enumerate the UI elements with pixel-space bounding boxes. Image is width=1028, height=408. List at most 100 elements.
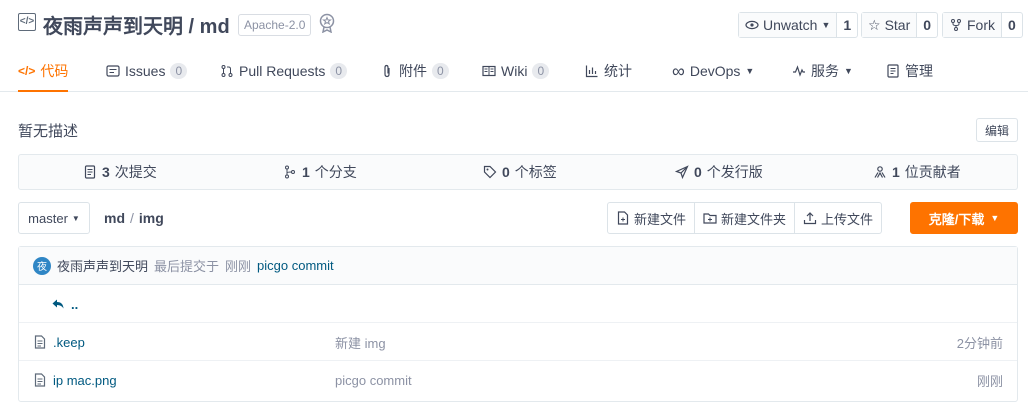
new-file-label: 新建文件 <box>634 211 687 227</box>
tab-manage[interactable]: 管理 <box>886 50 933 92</box>
file-name: .keep <box>53 334 85 350</box>
commit-message[interactable]: picgo commit <box>257 258 334 273</box>
send-icon <box>675 165 689 179</box>
file-icon <box>34 373 46 387</box>
issues-icon <box>106 65 120 77</box>
repo-header: </> 夜雨声声到天明 / md Apache-2.0 Unwatch ▼ 1 … <box>0 0 1028 92</box>
last-commit-bar: 夜 夜雨声声到天明 最后提交于 刚刚 picgo commit <box>19 247 1017 285</box>
watch-label: Unwatch <box>763 17 818 33</box>
commit-author[interactable]: 夜雨声声到天明 <box>57 256 148 275</box>
parent-dir-row[interactable]: .. <box>19 285 1017 323</box>
stat-label: 个标签 <box>514 164 557 180</box>
tab-label: Issues <box>125 63 166 79</box>
file-actions: 新建文件 新建文件夹 上传文件 <box>607 202 883 234</box>
stat-number: 1 <box>892 164 900 180</box>
pulse-icon <box>793 65 805 77</box>
reply-arrow-icon <box>52 299 64 309</box>
tab-devops[interactable]: ∞ DevOps ▼ <box>672 50 754 92</box>
code-repo-icon: </> <box>18 13 36 31</box>
license-badge[interactable]: Apache-2.0 <box>238 14 312 36</box>
eye-icon <box>745 20 759 30</box>
upload-file-button[interactable]: 上传文件 <box>795 203 881 233</box>
fork-button[interactable]: Fork <box>943 13 1002 37</box>
tab-count: 0 <box>532 63 550 79</box>
edit-description-button[interactable]: 编辑 <box>976 118 1018 142</box>
table-row[interactable]: ip mac.png picgo commit 刚刚 <box>19 361 1017 399</box>
fork-group: Fork 0 <box>942 12 1023 38</box>
new-folder-button[interactable]: 新建文件夹 <box>695 203 796 233</box>
recommend-badge-icon[interactable] <box>318 13 336 33</box>
caret-down-icon: ▼ <box>990 213 1000 223</box>
tab-attachments[interactable]: 附件 0 <box>380 50 449 92</box>
caret-down-icon: ▼ <box>844 66 853 76</box>
stat-number: 0 <box>502 164 510 180</box>
repo-stats-bar: 3 次提交 1 个分支 0 个标签 0 个发行版 1 位贡献者 <box>18 154 1018 190</box>
clone-download-button[interactable]: 克隆/下载 ▼ <box>910 202 1018 234</box>
tab-stats[interactable]: 统计 <box>585 50 632 92</box>
file-name: ip mac.png <box>53 372 117 388</box>
star-label: Star <box>884 17 911 33</box>
pull-request-icon <box>221 65 233 77</box>
tab-label: 代码 <box>40 63 69 79</box>
file-commit-message[interactable]: 新建 img <box>335 323 386 361</box>
tab-label: 服务 <box>811 63 839 79</box>
stat-releases[interactable]: 0 个发行版 <box>675 155 763 189</box>
breadcrumb: md / img <box>104 210 164 226</box>
tab-count: 0 <box>432 63 449 79</box>
table-row[interactable]: .keep 新建 img 2分钟前 <box>19 323 1017 361</box>
stat-commits[interactable]: 3 次提交 <box>83 155 157 189</box>
star-button[interactable]: ☆ Star <box>862 13 918 37</box>
tab-count: 0 <box>170 63 188 79</box>
caret-down-icon: ▼ <box>71 213 80 223</box>
stat-number: 0 <box>694 164 702 180</box>
branch-icon <box>285 165 295 179</box>
tab-label: 统计 <box>604 63 632 79</box>
fork-count[interactable]: 0 <box>1002 13 1022 37</box>
breadcrumb-root[interactable]: md <box>104 210 125 226</box>
watch-count[interactable]: 1 <box>837 13 857 37</box>
tab-label: Pull Requests <box>239 63 326 79</box>
parent-dir-label: .. <box>71 296 79 312</box>
contributors-icon <box>874 166 886 178</box>
tab-pull-requests[interactable]: Pull Requests 0 <box>220 50 348 92</box>
branch-name: master <box>28 210 68 226</box>
tab-issues[interactable]: Issues 0 <box>106 50 188 92</box>
fork-label: Fork <box>967 17 995 33</box>
avatar[interactable]: 夜 <box>33 256 51 275</box>
stat-contributors[interactable]: 1 位贡献者 <box>873 155 961 189</box>
commit-time: 刚刚 <box>225 259 252 274</box>
stat-number: 1 <box>302 164 310 180</box>
bar-chart-icon <box>585 65 598 78</box>
book-icon <box>482 65 496 77</box>
star-group: ☆ Star 0 <box>861 12 939 38</box>
tab-label: 附件 <box>399 63 427 79</box>
stat-tags[interactable]: 0 个标签 <box>483 155 557 189</box>
star-count[interactable]: 0 <box>917 13 937 37</box>
stat-label: 次提交 <box>114 164 157 180</box>
file-name-link[interactable]: ip mac.png <box>33 361 117 399</box>
new-file-button[interactable]: 新建文件 <box>608 203 696 233</box>
breadcrumb-separator: / <box>130 210 134 226</box>
breadcrumb-current: img <box>138 210 164 226</box>
settings-doc-icon <box>887 64 899 78</box>
tab-code[interactable]: </> 代码 <box>18 50 69 92</box>
tab-label: 管理 <box>905 63 933 79</box>
tab-wiki[interactable]: Wiki 0 <box>482 50 550 92</box>
tag-icon <box>483 165 497 179</box>
file-commit-time: 2分钟前 <box>956 335 1003 351</box>
tab-services[interactable]: 服务 ▼ <box>792 50 853 92</box>
upload-icon <box>803 212 817 225</box>
stat-branches[interactable]: 1 个分支 <box>283 155 357 189</box>
stat-label: 位贡献者 <box>904 164 961 180</box>
repo-title[interactable]: 夜雨声声到天明 / md <box>43 10 230 39</box>
file-name-link[interactable]: .keep <box>33 323 85 361</box>
file-commit-message[interactable]: picgo commit <box>335 361 412 399</box>
parent-dir-link[interactable]: .. <box>51 285 78 323</box>
branch-select[interactable]: master ▼ <box>18 202 90 234</box>
code-icon: </> <box>18 64 36 78</box>
file-commit-time: 刚刚 <box>976 373 1003 389</box>
new-folder-icon <box>703 213 717 224</box>
infinity-icon: ∞ <box>672 60 685 81</box>
watch-button[interactable]: Unwatch ▼ <box>739 13 838 37</box>
repo-description: 暂无描述 <box>18 123 79 140</box>
